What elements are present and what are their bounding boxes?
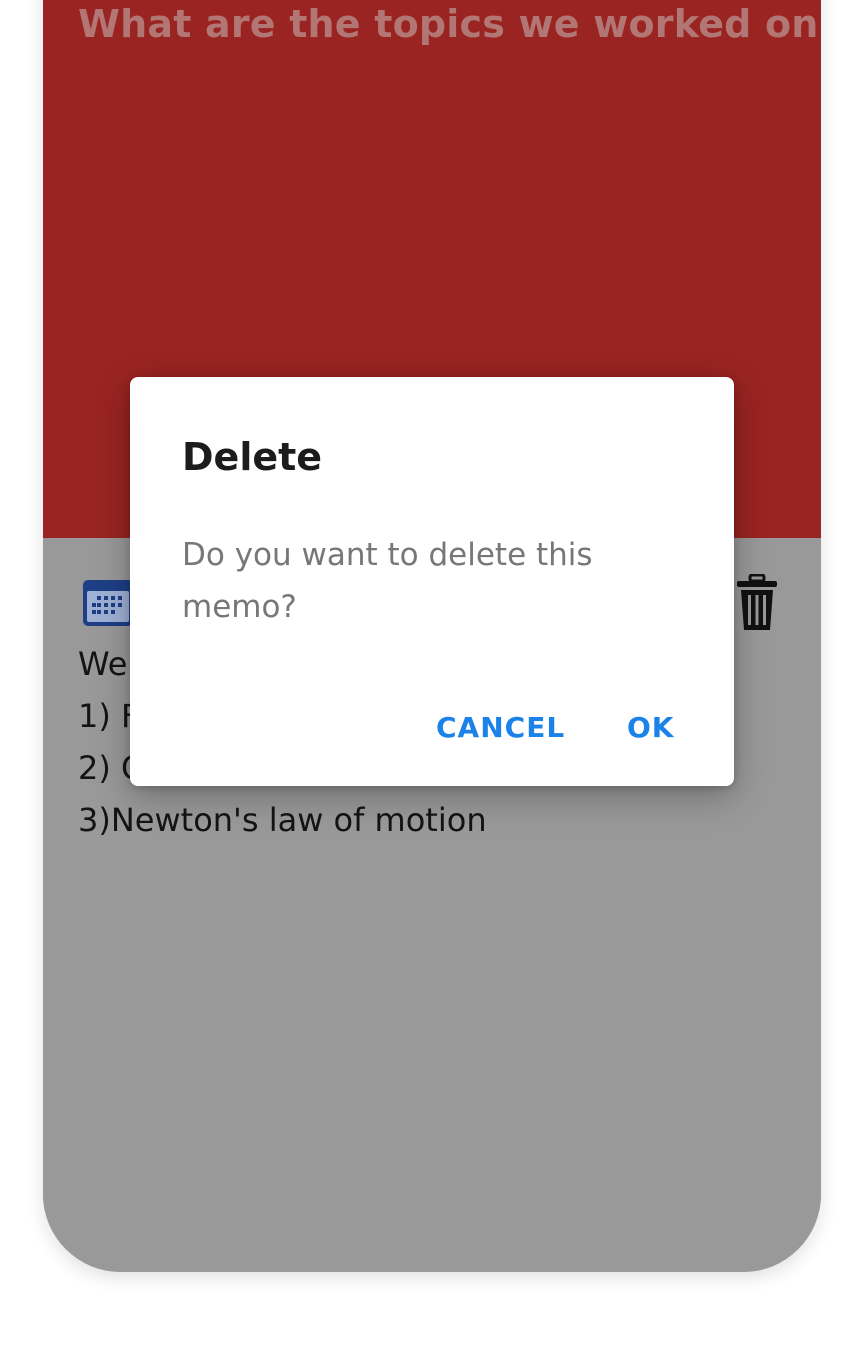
memo-title: What are the topics we worked on [78,2,819,46]
ok-button[interactable]: OK [627,711,675,744]
trash-icon[interactable] [735,573,779,632]
dialog-title: Delete [182,435,323,479]
app-screen: What are the topics we worked on We 1) F… [0,0,864,1368]
dialog-message: Do you want to delete this memo? [182,537,593,625]
calendar-icon[interactable] [81,578,135,628]
cancel-button[interactable]: CANCEL [436,711,565,744]
delete-dialog: Delete Do you want to delete this memo? … [130,377,734,786]
memo-line: 3)Newton's law of motion [78,801,487,839]
dialog-actions: CANCEL OK [130,711,734,759]
